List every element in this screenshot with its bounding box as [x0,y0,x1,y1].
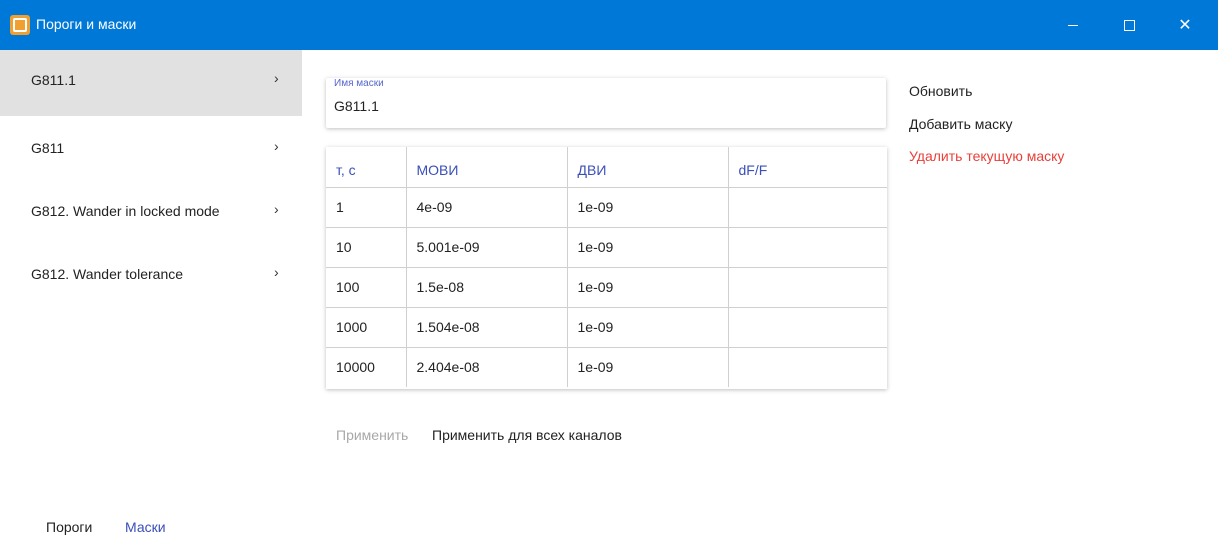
close-icon: ✕ [1178,17,1192,34]
chevron-right-icon: › [274,201,279,217]
table-cell[interactable]: 5.001e-09 [406,227,568,268]
table-cell[interactable]: 1e-09 [567,267,729,308]
table-cell[interactable]: 1 [326,187,407,228]
mask-table: т, с МОВИ ДВИ dF/F 1 4e-09 1e-09 10 5.00… [326,147,887,389]
column-header-dvi: ДВИ [567,147,729,188]
table-cell[interactable] [728,347,887,387]
table-cell[interactable]: 1e-09 [567,347,729,387]
table-row: 1000 1.504e-08 1e-09 [326,307,887,348]
table-cell[interactable] [728,267,887,308]
table-cell[interactable]: 10000 [326,347,407,387]
bottom-tabs: Пороги Маски [0,505,302,535]
sidebar-item-label: G811.1 [31,72,76,88]
table-cell[interactable]: 100 [326,267,407,308]
column-header-t: т, с [326,147,407,188]
table-cell[interactable] [728,187,887,228]
table-cell[interactable]: 10 [326,227,407,268]
apply-button[interactable]: Применить [336,427,408,443]
table-header-row: т, с МОВИ ДВИ dF/F [326,147,887,188]
chevron-right-icon: › [274,138,279,154]
sidebar-item-g811[interactable]: G811 › [0,118,302,184]
close-button[interactable]: ✕ [1158,0,1212,50]
sidebar-item-label: G812. Wander in locked mode [31,203,220,219]
table-row: 100 1.5e-08 1e-09 [326,267,887,308]
sidebar-item-label: G812. Wander tolerance [31,266,184,282]
minimize-icon [1068,24,1078,26]
mask-name-label: Имя маски [334,78,384,89]
sidebar-item-g811-1[interactable]: G811.1 › [0,50,302,116]
table-cell[interactable]: 1000 [326,307,407,348]
table-row: 1 4e-09 1e-09 [326,187,887,228]
table-row: 10000 2.404e-08 1e-09 [326,347,887,387]
title-bar: Пороги и маски ✕ [0,0,1218,50]
chevron-right-icon: › [274,264,279,280]
refresh-button[interactable]: Обновить [909,83,972,99]
table-cell[interactable]: 1e-09 [567,227,729,268]
delete-mask-button[interactable]: Удалить текущую маску [909,148,1064,164]
table-cell[interactable]: 1.5e-08 [406,267,568,308]
app-icon [10,15,30,35]
mask-list-sidebar: G811.1 › G811 › G812. Wander in locked m… [0,50,302,554]
table-row: 10 5.001e-09 1e-09 [326,227,887,268]
maximize-icon [1123,19,1135,31]
sidebar-item-label: G811 [31,140,65,156]
add-mask-button[interactable]: Добавить маску [909,116,1012,132]
table-cell[interactable]: 1e-09 [567,307,729,348]
tab-porogi[interactable]: Пороги [46,519,92,535]
chevron-right-icon: › [274,70,279,86]
table-cell[interactable]: 1e-09 [567,187,729,228]
table-cell[interactable]: 1.504e-08 [406,307,568,348]
table-cell[interactable] [728,307,887,348]
column-header-df: dF/F [728,147,887,188]
window-title: Пороги и маски [36,16,137,32]
apply-all-channels-button[interactable]: Применить для всех каналов [432,427,622,443]
mask-name-field[interactable]: Имя маски G811.1 [326,78,886,128]
table-cell[interactable]: 2.404e-08 [406,347,568,387]
maximize-button[interactable] [1102,0,1156,50]
table-cell[interactable]: 4e-09 [406,187,568,228]
sidebar-item-g812-locked[interactable]: G812. Wander in locked mode › [0,181,302,247]
mask-name-value[interactable]: G811.1 [334,98,379,114]
column-header-movi: МОВИ [406,147,568,188]
tab-maski[interactable]: Маски [125,519,166,535]
table-cell[interactable] [728,227,887,268]
minimize-button[interactable] [1046,0,1100,50]
sidebar-item-g812-tolerance[interactable]: G812. Wander tolerance › [0,244,302,310]
